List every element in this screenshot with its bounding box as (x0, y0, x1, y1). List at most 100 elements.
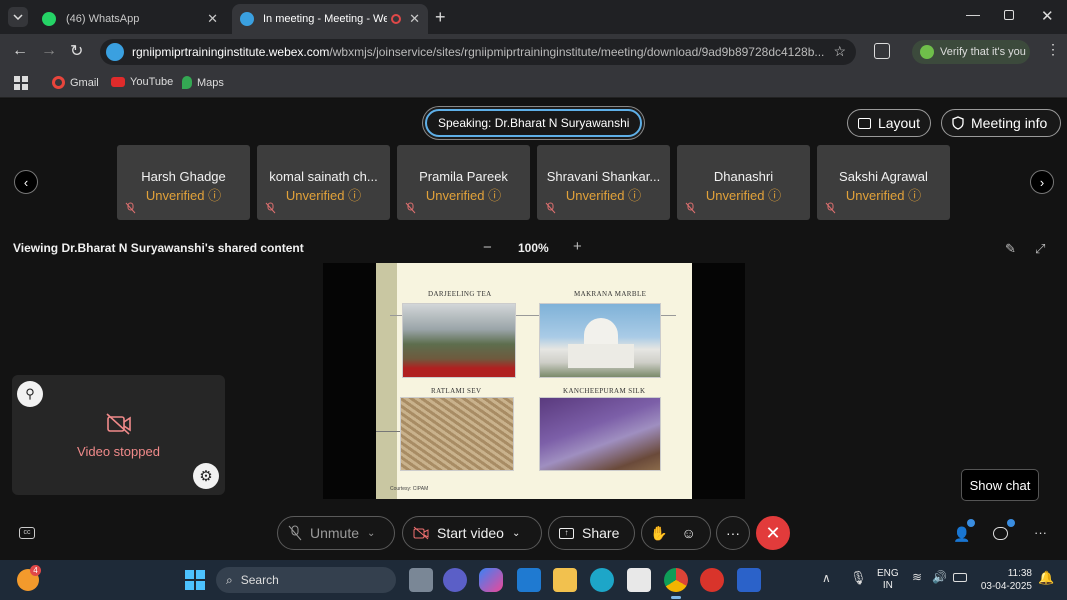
captions-icon[interactable]: cc (19, 527, 35, 539)
participant-tile[interactable]: Sakshi Agrawal Unverified ⓘ (817, 145, 950, 220)
clock-time: 11:38 (1007, 568, 1032, 579)
meeting-info-label: Meeting info (971, 115, 1048, 131)
emoji-icon[interactable]: ☺ (681, 525, 695, 541)
info-icon: ⓘ (908, 188, 922, 203)
url-path: /wbxmjs/joinservice/sites/rgniipmiprtrai… (329, 45, 825, 59)
participant-tile[interactable]: Dhanashri Unverified ⓘ (677, 145, 810, 220)
raise-hand-icon[interactable]: ✋ (650, 525, 667, 542)
wifi-icon[interactable]: ≋ (912, 570, 922, 584)
store-icon[interactable] (627, 568, 651, 592)
taskbar-search-box[interactable]: ⌕ Search (216, 567, 396, 593)
zoom-out-button[interactable]: − (483, 239, 492, 256)
layout-icon (858, 117, 871, 129)
volume-icon[interactable]: 🔊 (932, 570, 947, 584)
recording-icon (391, 14, 401, 24)
language-indicator[interactable]: ENG IN (877, 568, 899, 592)
tab-webex-meeting[interactable]: In meeting - Meeting - Web ✕ (232, 4, 428, 34)
participants-next-button[interactable]: › (1030, 170, 1054, 194)
copilot-icon[interactable] (479, 568, 503, 592)
self-view-tile[interactable]: ⚲ Video stopped ⚙ (12, 375, 225, 495)
new-tab-button[interactable]: + (435, 7, 446, 28)
tab-search-button[interactable] (8, 7, 28, 27)
chevron-down-icon[interactable]: ⌄ (367, 528, 375, 539)
tab-whatsapp[interactable]: (46) WhatsApp ✕ (34, 4, 226, 34)
close-window-button[interactable]: ✕ (1041, 7, 1054, 25)
start-video-label: Start video (437, 525, 504, 541)
bookmark-youtube[interactable]: YouTube (111, 76, 173, 88)
address-bar[interactable]: rgniipmiprtraininginstitute.webex.com/wb… (100, 39, 856, 65)
youtube-icon (111, 77, 125, 87)
reactions-group: ✋ ☺ (641, 516, 711, 550)
muted-mic-icon (405, 202, 416, 214)
end-call-button[interactable]: ✕ (756, 516, 790, 550)
word-icon[interactable] (737, 568, 761, 592)
shared-content-view[interactable]: DARJEELING TEA MAKRANA MARBLE RATLAMI SE… (323, 263, 745, 499)
participant-status: Unverified ⓘ (705, 188, 782, 203)
participant-name: Dhanashri (713, 169, 774, 184)
close-tab-icon[interactable]: ✕ (409, 11, 420, 27)
participant-tile[interactable]: Harsh Ghadge Unverified ⓘ (117, 145, 250, 220)
wps-office-icon[interactable] (700, 568, 724, 592)
bookmark-gmail[interactable]: Gmail (52, 76, 99, 89)
participant-tile[interactable]: Shravani Shankar... Unverified ⓘ (537, 145, 670, 220)
chat-icon[interactable] (993, 527, 1008, 540)
back-button[interactable]: ← (12, 42, 28, 60)
close-tab-icon[interactable]: ✕ (207, 11, 218, 27)
extensions-icon[interactable] (874, 43, 890, 59)
darjeeling-tea-image (402, 303, 516, 378)
chevron-down-icon[interactable]: ⌄ (512, 528, 520, 539)
layout-button[interactable]: Layout (847, 109, 931, 137)
more-options-button[interactable]: ··· (716, 516, 750, 550)
more-panels-icon[interactable]: ··· (1034, 525, 1047, 540)
participant-tile[interactable]: komal sainath ch... Unverified ⓘ (257, 145, 390, 220)
windows-taskbar: 4 ⌕ Search ∧ 🎙 ENG IN ≋ 🔊 11:38 03-04-20… (0, 560, 1067, 600)
participant-tile[interactable]: Pramila Pareek Unverified ⓘ (397, 145, 530, 220)
bookmark-star-icon[interactable]: ☆ (833, 43, 846, 60)
unmute-label: Unmute (310, 525, 360, 541)
battery-icon[interactable] (953, 573, 967, 582)
pin-button[interactable]: ⚲ (17, 381, 43, 407)
browser-menu-icon[interactable]: ⋮ (1046, 41, 1060, 58)
chrome-icon[interactable] (664, 568, 688, 592)
active-app-indicator (671, 596, 681, 599)
file-explorer-icon[interactable] (553, 568, 577, 592)
site-info-icon[interactable] (106, 43, 124, 61)
unmute-button[interactable]: Unmute ⌄ (277, 516, 395, 550)
start-video-button[interactable]: Start video ⌄ (402, 516, 542, 550)
settings-button[interactable]: ⚙ (193, 463, 219, 489)
bookmark-maps[interactable]: Maps (182, 76, 224, 89)
teams-icon[interactable] (443, 568, 467, 592)
verify-identity-chip[interactable]: Verify that it's you (912, 40, 1030, 64)
chevron-down-icon (13, 14, 23, 20)
kancheepuram-silk-image (539, 397, 661, 471)
clock[interactable]: 11:38 03-04-2025 (978, 567, 1032, 593)
participants-icon[interactable]: 👤 (953, 526, 970, 543)
participant-status: Unverified ⓘ (845, 188, 922, 203)
search-label: Search (240, 573, 279, 587)
url-host: rgniipmiprtraininginstitute.webex.com (132, 45, 330, 59)
slide-connector-line (376, 431, 400, 432)
participant-status: Unverified ⓘ (145, 188, 222, 203)
start-button[interactable] (185, 570, 205, 590)
microphone-icon[interactable]: 🎙 (850, 570, 867, 586)
verify-label: Verify that it's you (940, 46, 1026, 58)
edge-icon[interactable] (590, 568, 614, 592)
stocks-icon[interactable] (517, 568, 541, 592)
zoom-in-button[interactable]: + (573, 238, 582, 255)
minimize-button[interactable]: — (966, 6, 980, 22)
chevron-up-icon[interactable]: ∧ (822, 571, 831, 585)
apps-grid-icon[interactable] (14, 76, 28, 90)
reload-button[interactable]: ↻ (70, 41, 83, 61)
notifications-bell-icon[interactable]: 🔔 (1038, 570, 1054, 586)
forward-button[interactable]: → (41, 42, 57, 60)
close-icon: ✕ (765, 522, 781, 543)
expand-icon[interactable]: ⤢ (1035, 241, 1045, 257)
task-view-icon[interactable] (409, 568, 433, 592)
meeting-info-button[interactable]: Meeting info (941, 109, 1061, 137)
notification-badge: 4 (30, 565, 41, 576)
restore-button[interactable] (1004, 10, 1014, 20)
share-button[interactable]: ↑ Share (548, 516, 635, 550)
annotate-icon[interactable]: ✎ (1005, 241, 1016, 257)
participants-prev-button[interactable]: ‹ (14, 170, 38, 194)
participant-name: komal sainath ch... (269, 169, 378, 184)
